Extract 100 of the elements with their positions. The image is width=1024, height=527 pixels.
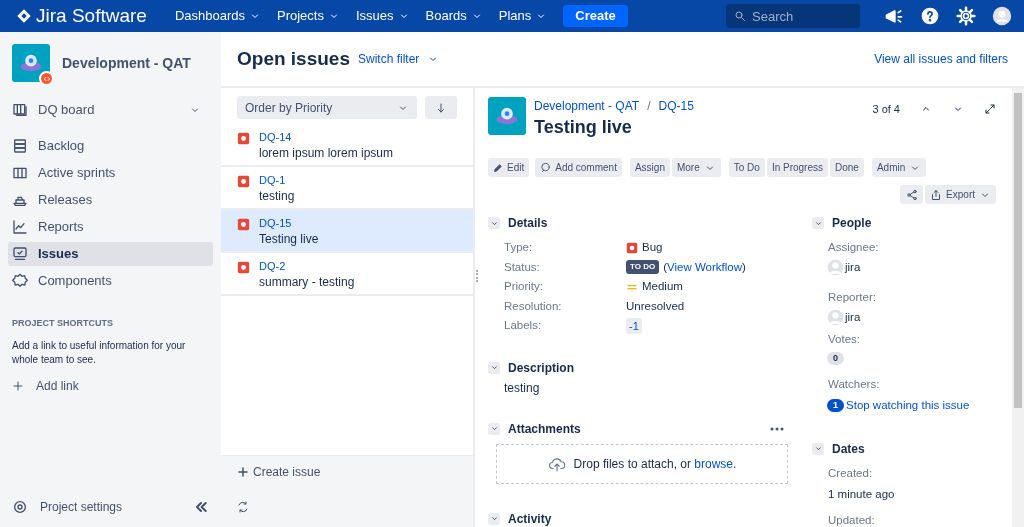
project-settings-link[interactable]: Project settings	[12, 498, 123, 516]
nav-icon	[12, 138, 28, 154]
create-issue-button[interactable]: Create issue	[221, 455, 473, 487]
section-heading: Description	[508, 359, 574, 377]
pencil-icon	[493, 162, 503, 173]
issue-key[interactable]: DQ-2	[259, 259, 355, 273]
action-button[interactable]: Done	[830, 158, 864, 177]
field-label: Updated:	[827, 513, 876, 527]
breadcrumb-link[interactable]: Development - QAT	[534, 97, 640, 115]
drop-text: Drop files to attach, or browse.	[573, 455, 737, 473]
create-button[interactable]: Create	[563, 5, 628, 27]
section-heading: Activity	[508, 510, 552, 527]
nav-menu[interactable]: Projects	[277, 6, 340, 26]
user-avatar-icon	[827, 308, 844, 326]
action-button[interactable]: To Do	[728, 158, 765, 177]
field-label: Type:	[504, 240, 534, 256]
add-link-button[interactable]: Add link	[0, 376, 221, 395]
field-label: Reporter:	[827, 289, 877, 305]
parenthesis: (	[663, 259, 668, 275]
issue-key[interactable]: DQ-15	[259, 216, 319, 230]
stop-watching-link[interactable]: Stop watching this issue	[846, 396, 970, 414]
help-icon[interactable]	[920, 6, 940, 26]
action-button[interactable]: Assign	[629, 158, 670, 177]
user-name[interactable]: jira	[845, 259, 861, 277]
field-label: Assignee:	[827, 240, 880, 255]
sidebar-item[interactable]: Releases	[8, 188, 213, 212]
toggle-button[interactable]	[488, 422, 500, 435]
action-button[interactable]: More	[671, 158, 721, 177]
diamond-logo-icon	[16, 8, 32, 24]
browse-link[interactable]: browse.	[694, 456, 737, 471]
issue-key[interactable]: DQ-1	[259, 173, 295, 187]
drop-zone[interactable]: Drop files to attach, or browse.	[496, 443, 788, 484]
plus-icon	[237, 465, 249, 478]
action-button[interactable]: Admin	[871, 158, 927, 177]
product-name[interactable]: Jira Software	[36, 1, 147, 31]
sort-button[interactable]	[425, 96, 457, 119]
share-button[interactable]	[900, 185, 924, 204]
toggle-button[interactable]	[812, 217, 824, 229]
status-lozenge: TO DO	[626, 260, 660, 275]
expand-icon[interactable]	[984, 103, 996, 116]
help-text: Add a link to useful information for your whole team to see.	[11, 338, 187, 367]
switch-filter-button[interactable]: Switch filter	[358, 50, 440, 68]
sidebar-item[interactable]: Active sprints	[8, 161, 213, 185]
watcher-count: 1	[827, 398, 844, 412]
scrollbar[interactable]	[1012, 88, 1024, 527]
view-all-link[interactable]: View all issues and filters	[874, 50, 1008, 68]
field-label: Priority:	[504, 279, 544, 295]
nav-icon	[12, 102, 28, 118]
action-button[interactable]: Edit	[488, 158, 530, 177]
user-name[interactable]: jira	[845, 308, 861, 326]
toggle-button[interactable]	[488, 361, 500, 374]
bug-icon	[237, 175, 250, 188]
nav-menu[interactable]: Boards	[425, 6, 483, 26]
settings-icon[interactable]	[956, 6, 976, 26]
refresh-icon[interactable]	[237, 501, 249, 513]
order-dropdown[interactable]: Order by Priority	[237, 96, 418, 119]
section-heading: Attachments	[508, 420, 581, 438]
issue-summary: testing	[259, 188, 295, 205]
project-name[interactable]: Development - QAT	[62, 52, 191, 74]
sidebar-item[interactable]: Backlog	[8, 134, 213, 158]
bug-icon	[237, 132, 250, 145]
code-icon	[42, 74, 51, 83]
nav-icon	[12, 219, 28, 235]
sidebar-item[interactable]: Issues	[8, 242, 213, 266]
toggle-button[interactable]	[812, 442, 824, 455]
search-field[interactable]: Search	[726, 4, 860, 29]
issue-list-item[interactable]: DQ-15 Testing live	[221, 210, 473, 253]
nav-menu[interactable]: Issues	[355, 6, 410, 26]
sidebar-item[interactable]: Components	[8, 269, 213, 293]
nav-icon	[12, 246, 28, 262]
collapse-icon[interactable]	[193, 499, 209, 515]
field-label: Votes:	[827, 332, 861, 347]
settings-icon	[12, 499, 28, 515]
more-icon[interactable]	[770, 426, 784, 431]
nav-icon	[12, 165, 28, 181]
share-icon	[905, 188, 918, 201]
bug-icon	[237, 261, 250, 274]
toggle-button[interactable]	[488, 217, 500, 229]
section-heading: People	[832, 215, 872, 232]
section-heading: Dates	[832, 440, 865, 458]
sidebar-item[interactable]: Reports	[8, 215, 213, 239]
issue-summary: summary - testing	[259, 274, 355, 291]
search-icon	[734, 9, 746, 22]
action-button[interactable]: In Progress	[766, 158, 828, 177]
issue-position: 3 of 4	[872, 102, 900, 117]
toggle-button[interactable]	[488, 512, 500, 525]
field-label: Labels:	[504, 318, 543, 334]
issue-summary: Testing live	[259, 231, 319, 248]
avatar-icon[interactable]	[992, 6, 1012, 26]
breadcrumb-link[interactable]: DQ-15	[658, 97, 694, 115]
export-button[interactable]: Export	[925, 185, 996, 204]
upload-icon	[930, 188, 943, 201]
nav-menu[interactable]: Dashboards	[174, 6, 261, 26]
sidebar-item[interactable]: DQ board	[8, 98, 213, 122]
scrollbar-thumb[interactable]	[1014, 93, 1022, 408]
action-button[interactable]: Add comment	[535, 158, 622, 177]
field-value: Unresolved	[626, 298, 685, 314]
issue-key[interactable]: DQ-14	[259, 130, 394, 144]
label-tag[interactable]: -1	[626, 317, 642, 334]
nav-menu[interactable]: Plans	[498, 6, 548, 26]
